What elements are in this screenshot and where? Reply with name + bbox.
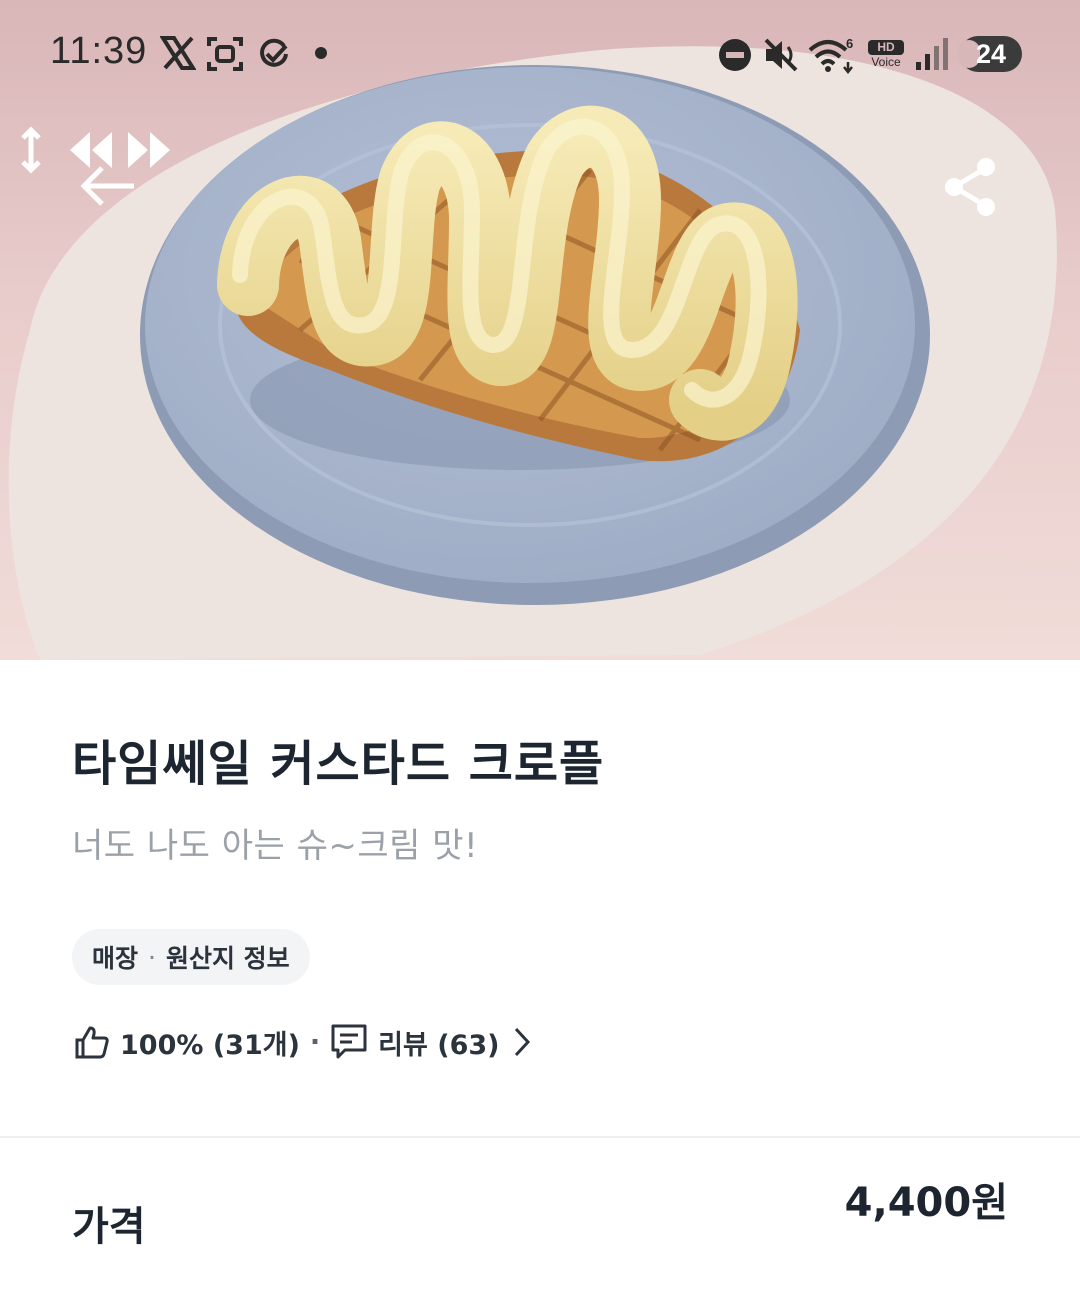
- wifi-badge: 6: [846, 36, 853, 51]
- comment-icon: [331, 1024, 367, 1059]
- product-subtitle: 너도 나도 아는 슈~크림 맛!: [72, 826, 479, 866]
- reviews-link[interactable]: 리뷰 (63): [378, 1023, 499, 1062]
- dnd-icon: [719, 39, 751, 71]
- hd-label: HD: [868, 40, 904, 55]
- stats-separator: ·: [309, 1026, 321, 1058]
- rating-text: 100% (31개): [120, 1029, 300, 1061]
- chevron-right-icon: [514, 1027, 530, 1057]
- wifi-icon: 6: [808, 36, 853, 74]
- status-bar: 11:39 6 HD Voice 24: [0, 0, 1080, 110]
- price-value: 4,400원: [844, 1180, 1008, 1226]
- dot-icon: [315, 47, 327, 59]
- hd-voice-icon: HD Voice: [868, 40, 904, 74]
- section-divider: [0, 1136, 1080, 1138]
- check-circle-icon: [260, 38, 288, 67]
- rating-review-row[interactable]: 100% (31개) · 리뷰 (63): [74, 1018, 532, 1066]
- store-origin-info-button[interactable]: 매장 · 원산지 정보: [72, 929, 310, 985]
- screenshot-icon: [207, 37, 243, 71]
- thumbs-up-icon: [75, 1026, 109, 1059]
- battery-indicator: 24: [958, 36, 1022, 72]
- status-time: 11:39: [50, 30, 148, 72]
- product-title: 타임쎄일 커스타드 크로플: [72, 736, 605, 792]
- mute-icon: [764, 38, 798, 72]
- x-app-icon: [160, 36, 196, 70]
- price-label: 가격: [72, 1204, 146, 1250]
- back-arrow-icon[interactable]: [78, 164, 138, 208]
- voice-label: Voice: [871, 55, 901, 69]
- battery-level: 24: [975, 39, 1007, 69]
- resize-vertical-icon[interactable]: [18, 126, 44, 174]
- chip-store-label: 매장: [92, 944, 139, 973]
- chip-origin-label: 원산지 정보: [165, 944, 290, 973]
- share-icon[interactable]: [942, 156, 1000, 218]
- product-image: 11:39 6 HD Voice 24: [0, 0, 1080, 660]
- chip-separator: ·: [148, 942, 156, 972]
- signal-icon: [916, 38, 948, 70]
